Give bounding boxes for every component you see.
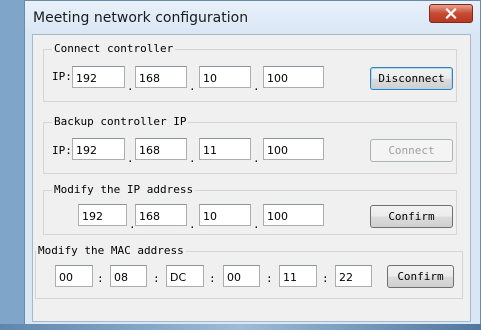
mac-octet-4[interactable] [223,265,260,287]
backup-ip-octet-2[interactable] [135,138,187,160]
taskbar-strip [0,324,481,330]
confirm-mac-button[interactable]: Confirm [387,265,454,288]
close-button[interactable] [429,4,473,23]
ip-dot: . [127,80,134,93]
mac-colon: : [322,272,329,285]
ip-dot: . [253,218,260,231]
ip-dot: . [253,152,260,165]
window-title: Meeting network configuration [33,10,249,26]
mac-colon: : [97,272,104,285]
ip-dot: . [189,80,196,93]
modify-mac-legend: Modify the MAC address [36,244,186,257]
close-icon [445,8,457,19]
backup-ip-label: IP: [52,144,72,157]
ip-dot: . [189,218,196,231]
mac-octet-1[interactable] [55,265,93,287]
mac-colon: : [153,272,160,285]
modify-ip-group: Modify the IP address . . . Confirm [43,183,457,235]
connect-controller-legend: Connect controller [52,42,176,55]
connect-ip-octet-3[interactable] [199,66,251,88]
backup-ip-octet-1[interactable] [72,138,125,160]
mac-octet-2[interactable] [110,265,147,287]
mac-octet-6[interactable] [335,265,372,287]
modify-ip-octet-3[interactable] [199,204,251,226]
backup-controller-legend: Backup controller IP [52,115,189,128]
dialog-body: Connect controller IP: . . . Disconnect … [32,34,471,322]
connect-ip-octet-4[interactable] [263,66,324,88]
modify-mac-group: Modify the MAC address : : : : : Confirm [35,244,463,299]
mac-colon: : [266,272,273,285]
mac-octet-5[interactable] [279,265,317,287]
backup-ip-octet-4[interactable] [263,138,324,160]
dialog-window: Meeting network configuration Connect co… [24,0,481,330]
modify-ip-legend: Modify the IP address [52,183,196,196]
disconnect-button[interactable]: Disconnect [370,67,453,90]
modify-ip-octet-1[interactable] [78,204,127,226]
connect-ip-label: IP: [52,70,72,83]
connect-ip-octet-1[interactable] [72,66,125,88]
mac-colon: : [209,272,216,285]
backup-ip-octet-3[interactable] [199,138,251,160]
modify-ip-octet-2[interactable] [135,204,187,226]
ip-dot: . [127,152,134,165]
ip-dot: . [189,152,196,165]
connect-controller-group: Connect controller IP: . . . Disconnect [43,42,457,102]
connect-ip-octet-2[interactable] [135,66,187,88]
ip-dot: . [253,80,260,93]
confirm-ip-button[interactable]: Confirm [370,205,453,228]
connect-button[interactable]: Connect [370,139,453,162]
title-bar[interactable]: Meeting network configuration [25,1,480,35]
mac-octet-3[interactable] [166,265,204,287]
modify-ip-octet-4[interactable] [263,204,324,226]
backup-controller-group: Backup controller IP IP: . . . Connect [43,115,457,174]
